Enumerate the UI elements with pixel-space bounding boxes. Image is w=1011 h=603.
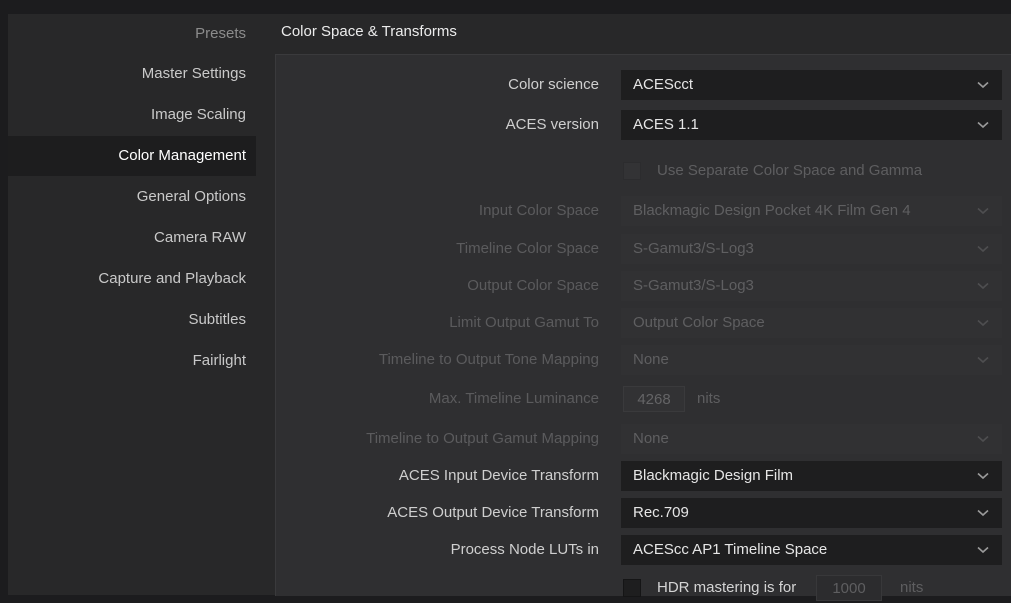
sidebar-item-color-management[interactable]: Color Management [8, 136, 256, 176]
limit-output-gamut-label: Limit Output Gamut To [449, 314, 599, 331]
aces-odt-dropdown[interactable]: Rec.709 [621, 498, 1002, 528]
chevron-down-icon [976, 234, 990, 264]
chevron-down-icon [976, 271, 990, 301]
gamut-mapping-label: Timeline to Output Gamut Mapping [366, 430, 599, 447]
output-color-space-value: S-Gamut3/S-Log3 [633, 277, 754, 294]
aces-version-value: ACES 1.1 [633, 116, 699, 133]
process-node-luts-dropdown[interactable]: ACEScc AP1 Timeline Space [621, 535, 1002, 565]
output-color-space-label: Output Color Space [467, 277, 599, 294]
hdr-mastering-label: HDR mastering is for [657, 579, 797, 596]
section-title: Color Space & Transforms [281, 23, 457, 40]
aces-idt-dropdown[interactable]: Blackmagic Design Film [621, 461, 1002, 491]
max-luminance-unit: nits [697, 390, 721, 407]
max-luminance-label: Max. Timeline Luminance [428, 390, 599, 407]
timeline-color-space-value: S-Gamut3/S-Log3 [633, 240, 754, 257]
chevron-down-icon [976, 424, 990, 454]
color-science-label: Color science [508, 76, 599, 93]
sidebar-item-capture-and-playback[interactable]: Capture and Playback [8, 259, 256, 299]
separate-color-space-label: Use Separate Color Space and Gamma [657, 162, 923, 179]
hdr-mastering-input[interactable]: 1000 [816, 575, 882, 601]
timeline-color-space-dropdown[interactable]: S-Gamut3/S-Log3 [621, 234, 1002, 264]
color-space-panel: Color science ACEScct ACES version ACES … [275, 54, 1011, 601]
tone-mapping-label: Timeline to Output Tone Mapping [378, 351, 599, 368]
color-science-dropdown[interactable]: ACEScct [621, 70, 1002, 100]
sidebar-item-master-settings[interactable]: Master Settings [8, 54, 256, 94]
aces-version-label: ACES version [505, 116, 599, 133]
sidebar-item-camera-raw[interactable]: Camera RAW [8, 218, 256, 258]
tone-mapping-dropdown[interactable]: None [621, 345, 1002, 375]
aces-idt-value: Blackmagic Design Film [633, 467, 794, 484]
chevron-down-icon [976, 461, 990, 491]
chevron-down-icon [976, 196, 990, 226]
input-color-space-value: Blackmagic Design Pocket 4K Film Gen 4 [633, 202, 911, 219]
input-color-space-label: Input Color Space [478, 202, 599, 219]
limit-output-gamut-value: Output Color Space [633, 314, 765, 331]
project-settings-window: Presets Master Settings Image Scaling Co… [8, 14, 1011, 601]
sidebar-item-subtitles[interactable]: Subtitles [8, 300, 256, 340]
gamut-mapping-dropdown[interactable]: None [621, 424, 1002, 454]
sidebar-item-fairlight[interactable]: Fairlight [8, 341, 256, 381]
separate-color-space-checkbox[interactable] [623, 162, 641, 180]
limit-output-gamut-dropdown[interactable]: Output Color Space [621, 308, 1002, 338]
chevron-down-icon [976, 70, 990, 100]
aces-idt-label: ACES Input Device Transform [398, 467, 599, 484]
max-luminance-input[interactable]: 4268 [623, 386, 685, 412]
aces-version-dropdown[interactable]: ACES 1.1 [621, 110, 1002, 140]
aces-odt-label: ACES Output Device Transform [387, 504, 599, 521]
chevron-down-icon [976, 345, 990, 375]
hdr-mastering-unit: nits [900, 579, 924, 596]
input-color-space-dropdown[interactable]: Blackmagic Design Pocket 4K Film Gen 4 [621, 196, 1002, 226]
sidebar-item-general-options[interactable]: General Options [8, 177, 256, 217]
chevron-down-icon [976, 535, 990, 565]
process-node-luts-label: Process Node LUTs in [450, 541, 599, 558]
settings-sidebar: Presets Master Settings Image Scaling Co… [8, 14, 256, 595]
color-science-value: ACEScct [633, 76, 694, 93]
sidebar-item-presets[interactable]: Presets [8, 14, 256, 54]
timeline-color-space-label: Timeline Color Space [456, 240, 599, 257]
chevron-down-icon [976, 308, 990, 338]
gamut-mapping-value: None [633, 430, 669, 447]
process-node-luts-value: ACEScc AP1 Timeline Space [633, 541, 828, 558]
output-color-space-dropdown[interactable]: S-Gamut3/S-Log3 [621, 271, 1002, 301]
chevron-down-icon [976, 110, 990, 140]
tone-mapping-value: None [633, 351, 669, 368]
chevron-down-icon [976, 498, 990, 528]
aces-odt-value: Rec.709 [633, 504, 689, 521]
sidebar-item-image-scaling[interactable]: Image Scaling [8, 95, 256, 135]
hdr-mastering-checkbox[interactable] [623, 579, 641, 597]
